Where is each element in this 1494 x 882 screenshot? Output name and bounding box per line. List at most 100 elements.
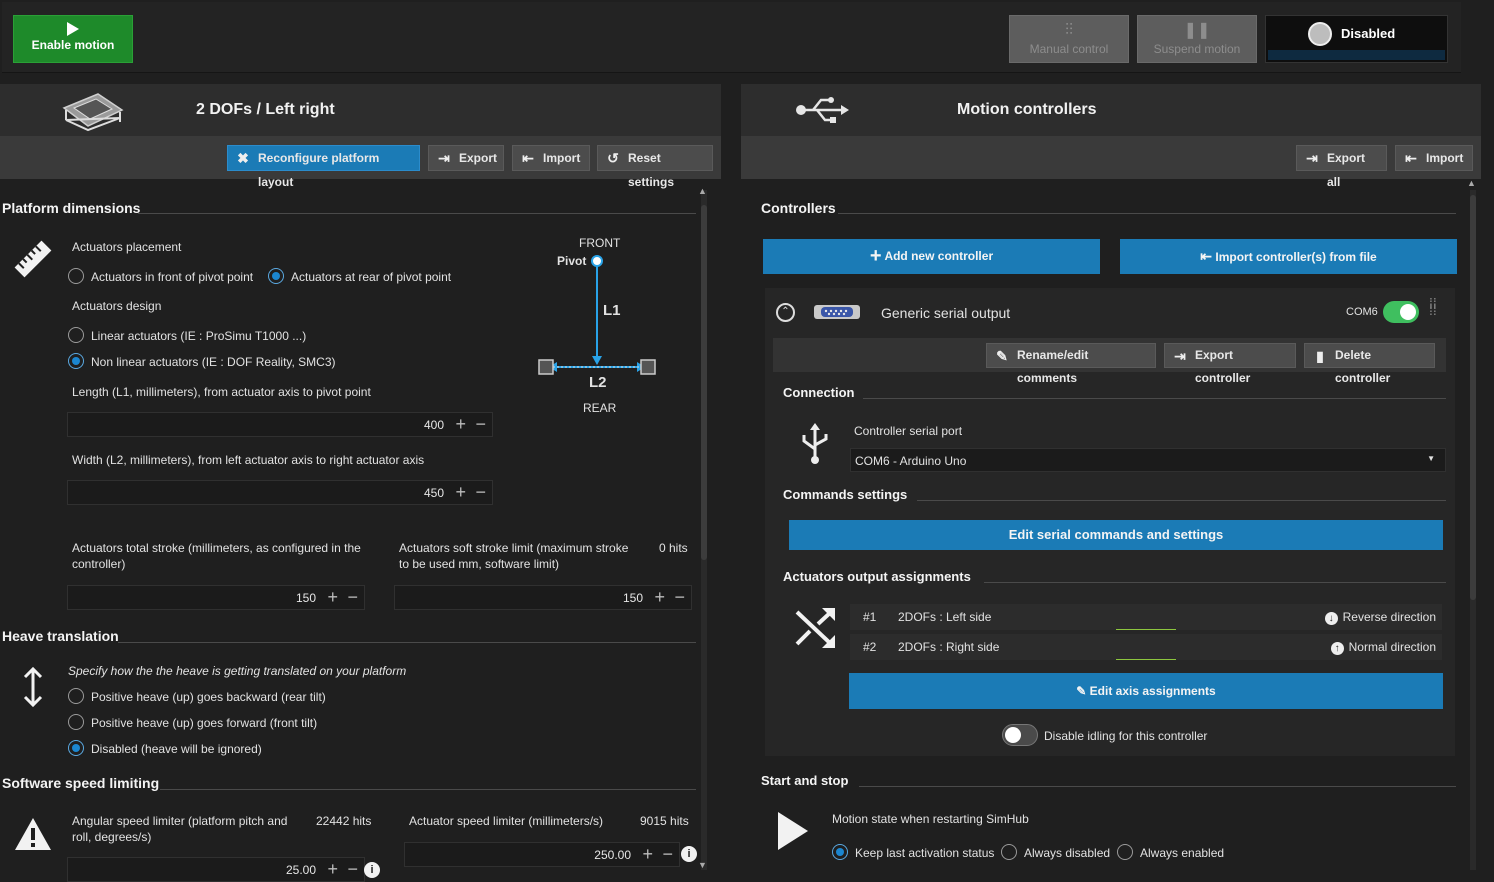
minus-icon[interactable]: − — [347, 588, 358, 606]
manual-control-label: Manual control — [1029, 42, 1109, 56]
actuator-speed-label: Actuator speed limiter (millimeters/s) — [409, 814, 604, 828]
play-icon — [67, 22, 79, 36]
placement-front-radio[interactable] — [68, 268, 84, 284]
import-file-icon: ⇤ — [1200, 248, 1213, 264]
heave-disabled-radio[interactable] — [68, 740, 84, 756]
motion-status-indicator[interactable]: Disabled — [1265, 15, 1448, 63]
trash-icon: ▮ — [1316, 348, 1324, 364]
placement-rear-label[interactable]: Actuators at rear of pivot point — [291, 270, 451, 284]
import-label: Import — [543, 151, 581, 165]
export-icon: ⇥ — [438, 150, 450, 166]
add-controller-button[interactable]: + Add new controller — [763, 239, 1100, 274]
export-controller-button[interactable]: ⇥ Export controller — [1164, 343, 1296, 385]
scroll-down-icon[interactable]: ▼ — [698, 860, 707, 870]
width-input[interactable]: 450 + − — [67, 480, 493, 505]
plus-icon[interactable]: + — [642, 845, 653, 863]
right-scroll-thumb[interactable] — [1470, 195, 1476, 600]
assignment-number: #1 — [863, 610, 877, 624]
edit-axis-label: Edit axis assignments — [1089, 684, 1216, 698]
minus-icon[interactable]: − — [475, 415, 486, 433]
scroll-up-icon[interactable]: ▲ — [698, 186, 707, 196]
stroke-input[interactable]: 150 + − — [67, 585, 365, 610]
controller-enabled-toggle[interactable] — [1383, 301, 1419, 323]
serial-port-select[interactable]: COM6 - Arduino Uno ▼ — [850, 448, 1446, 472]
minus-icon[interactable]: − — [674, 588, 685, 606]
heave-forward-radio[interactable] — [68, 714, 84, 730]
import-button[interactable]: ⇤ Import — [512, 145, 590, 171]
export-icon: ⇥ — [1174, 348, 1186, 364]
section-divider — [838, 213, 1456, 214]
left-scroll-thumb[interactable] — [701, 205, 707, 560]
import-all-button[interactable]: ⇤ Import — [1395, 145, 1473, 171]
reset-settings-label: Reset settings — [628, 151, 675, 189]
plus-icon[interactable]: + — [455, 483, 466, 501]
collapse-icon[interactable]: ⌃ — [776, 303, 795, 322]
heave-backward-radio[interactable] — [68, 688, 84, 704]
keep-status-label[interactable]: Keep last activation status — [855, 846, 994, 860]
edit-commands-button[interactable]: Edit serial commands and settings — [789, 520, 1443, 550]
always-enabled-label[interactable]: Always enabled — [1140, 846, 1224, 860]
import-all-label: Import — [1426, 151, 1464, 165]
assignment-row[interactable]: #2 2DOFs : Right side ↑ Normal direction — [850, 634, 1442, 660]
status-label: Disabled — [1341, 26, 1396, 41]
disable-idling-toggle[interactable] — [1002, 724, 1038, 746]
reset-settings-button[interactable]: ↺ Reset settings — [597, 145, 713, 189]
export-label: Export — [459, 151, 498, 165]
export-all-button[interactable]: ⇥ Export all — [1296, 145, 1387, 189]
heave-forward-label[interactable]: Positive heave (up) goes forward (front … — [91, 716, 317, 730]
sliders-icon: ⫶⫶ — [1064, 22, 1073, 39]
actuator-speed-input[interactable]: 250.00 + − — [404, 842, 680, 867]
vertical-arrows-icon — [23, 666, 43, 708]
length-value: 400 — [423, 418, 444, 432]
keep-status-radio[interactable] — [832, 844, 848, 860]
plus-icon[interactable]: + — [327, 860, 338, 878]
minus-icon[interactable]: − — [662, 845, 673, 863]
design-nonlinear-radio[interactable] — [68, 353, 84, 369]
rename-button[interactable]: ✎ Rename/edit comments — [986, 343, 1156, 385]
plus-icon[interactable]: + — [327, 588, 338, 606]
enable-motion-button[interactable]: Enable motion — [13, 15, 133, 63]
placement-label: Actuators placement — [72, 240, 182, 254]
heave-disabled-label[interactable]: Disabled (heave will be ignored) — [91, 742, 262, 756]
design-linear-radio[interactable] — [68, 327, 84, 343]
minus-icon[interactable]: − — [475, 483, 486, 501]
suspend-motion-button[interactable]: ❚❚ Suspend motion — [1137, 15, 1257, 63]
plus-icon[interactable]: + — [654, 588, 665, 606]
design-nonlinear-label[interactable]: Non linear actuators (IE : DOF Reality, … — [91, 355, 336, 369]
always-disabled-radio[interactable] — [1001, 844, 1017, 860]
manual-control-button[interactable]: ⫶⫶ Manual control — [1009, 15, 1129, 63]
stroke-label: Actuators total stroke (millimeters, as … — [72, 541, 361, 571]
always-disabled-label[interactable]: Always disabled — [1024, 846, 1110, 860]
length-input[interactable]: 400 + − — [67, 412, 493, 437]
diagram-front-label: FRONT — [579, 236, 621, 250]
disable-idling-label[interactable]: Disable idling for this controller — [1044, 729, 1207, 743]
placement-rear-radio[interactable] — [268, 268, 284, 284]
edit-axis-button[interactable]: ✎ Edit axis assignments — [849, 673, 1443, 709]
reconfigure-button[interactable]: ✖ Reconfigure platform layout — [227, 145, 420, 189]
assignment-direction[interactable]: ↑ Normal direction — [1330, 640, 1436, 655]
info-icon[interactable]: i — [681, 846, 697, 862]
scroll-up-icon[interactable]: ▲ — [1467, 178, 1476, 188]
delete-controller-button[interactable]: ▮ Delete controller — [1304, 343, 1435, 385]
export-button[interactable]: ⇥ Export — [428, 145, 504, 171]
angular-speed-input[interactable]: 25.00 + − — [67, 857, 365, 882]
angular-speed-label: Angular speed limiter (platform pitch an… — [72, 814, 288, 844]
arrow-up-circle-icon: ↑ — [1330, 642, 1344, 655]
plus-icon[interactable]: + — [455, 415, 466, 433]
drag-handle-icon[interactable]: ⁞⁞ ⁞⁞ — [1429, 296, 1437, 317]
heave-backward-label[interactable]: Positive heave (up) goes backward (rear … — [91, 690, 326, 704]
design-linear-label[interactable]: Linear actuators (IE : ProSimu T1000 ...… — [91, 329, 306, 343]
serial-port-label: Controller serial port — [854, 424, 963, 438]
soft-stroke-input[interactable]: 150 + − — [394, 585, 692, 610]
assignment-level-line — [1116, 629, 1176, 630]
section-divider — [984, 582, 1446, 583]
placement-front-label[interactable]: Actuators in front of pivot point — [91, 270, 253, 284]
minus-icon[interactable]: − — [347, 860, 358, 878]
always-enabled-radio[interactable] — [1117, 844, 1133, 860]
import-controller-button[interactable]: ⇤ Import controller(s) from file — [1120, 239, 1457, 274]
info-icon[interactable]: i — [364, 862, 380, 878]
assignment-row[interactable]: #1 2DOFs : Left side ↓ Reverse direction — [850, 604, 1442, 630]
assignment-direction[interactable]: ↓ Reverse direction — [1324, 610, 1436, 625]
section-divider — [863, 398, 1446, 399]
connection-title: Connection — [783, 385, 855, 400]
